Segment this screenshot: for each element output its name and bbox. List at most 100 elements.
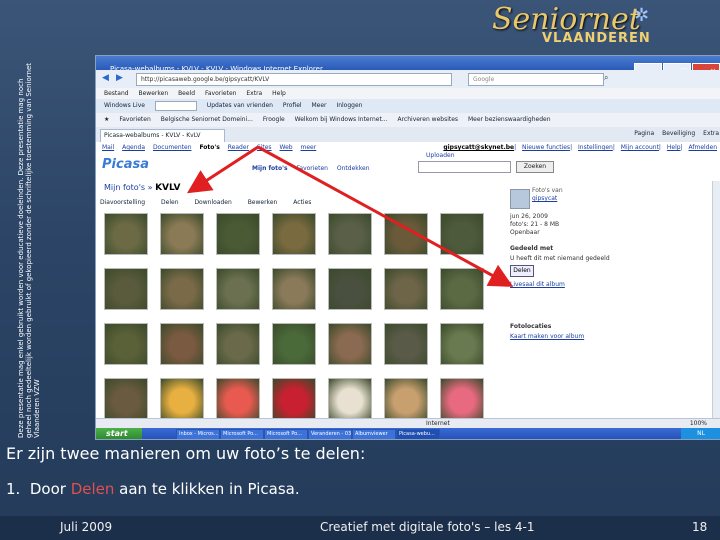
- slideshow-button[interactable]: Diavoorstelling: [100, 199, 145, 206]
- photo-thumbnail[interactable]: [272, 213, 316, 255]
- search-icon[interactable]: ⌕: [604, 73, 608, 83]
- gbar-new[interactable]: Nieuwe functies: [522, 144, 570, 151]
- fav-item-updates[interactable]: Updates van vrienden: [207, 102, 273, 109]
- photo-thumbnail[interactable]: [328, 268, 372, 310]
- photo-thumbnail[interactable]: [328, 323, 372, 365]
- search-input[interactable]: Google: [468, 73, 604, 86]
- menu-bar: Bestand Bewerken Beeld Favorieten Extra …: [96, 88, 720, 99]
- gbar-settings[interactable]: Instellingen: [578, 144, 613, 151]
- photo-thumbnail[interactable]: [384, 378, 428, 420]
- share-button[interactable]: Delen: [161, 199, 178, 206]
- menu-favorieten[interactable]: Favorieten: [205, 90, 236, 97]
- tool-pagina[interactable]: Pagina: [634, 130, 654, 137]
- photo-thumbnail[interactable]: [328, 213, 372, 255]
- link-froogle[interactable]: Froogle: [263, 116, 285, 123]
- photo-thumbnail[interactable]: [440, 213, 484, 255]
- photo-thumbnail[interactable]: [384, 268, 428, 310]
- menu-beeld[interactable]: Beeld: [178, 90, 195, 97]
- picasa-tabs: Mijn foto's Favorieten Ontdekken: [252, 165, 377, 172]
- photo-thumbnail[interactable]: [272, 378, 316, 420]
- location-heading: Fotolocaties: [510, 323, 552, 330]
- address-input[interactable]: http://picasaweb.google.be/gipsycatt/KVL…: [136, 73, 452, 86]
- album-name: KVLV: [155, 183, 181, 193]
- gbar-fotos[interactable]: Foto's: [199, 144, 219, 151]
- task-albumviewer[interactable]: Albumviewer: [352, 429, 396, 439]
- link-welkom[interactable]: Welkom bij Windows Internet...: [295, 116, 388, 123]
- gbar-sites[interactable]: Sites: [257, 144, 272, 151]
- photo-thumbnail[interactable]: [104, 378, 148, 420]
- photo-thumbnail[interactable]: [216, 213, 260, 255]
- menu-bewerken[interactable]: Bewerken: [139, 90, 169, 97]
- photo-thumbnail[interactable]: [384, 323, 428, 365]
- fav-item-meer[interactable]: Meer: [311, 102, 326, 109]
- link-meer[interactable]: Meer bezienswaardigheden: [468, 116, 551, 123]
- tray-clock[interactable]: NL: [681, 428, 720, 439]
- gbar-mail[interactable]: Mail: [102, 144, 114, 151]
- download-button[interactable]: Downloaden: [194, 199, 231, 206]
- back-icon[interactable]: ◀: [102, 73, 109, 83]
- tab-my-photos[interactable]: Mijn foto's: [252, 165, 288, 172]
- link-favorieten[interactable]: Favorieten: [119, 116, 150, 123]
- fav-item-inloggen[interactable]: Inloggen: [336, 102, 362, 109]
- tool-beveiliging[interactable]: Beveiliging: [662, 130, 695, 137]
- gbar-meer[interactable]: meer: [301, 144, 317, 151]
- gbar-logout[interactable]: Afmelden: [688, 144, 717, 151]
- photo-thumbnail[interactable]: [104, 323, 148, 365]
- tool-extra[interactable]: Extra: [703, 130, 719, 137]
- owner-link[interactable]: gipsycat: [532, 195, 557, 202]
- menu-bestand[interactable]: Bestand: [104, 90, 129, 97]
- photo-thumbnail[interactable]: [160, 378, 204, 420]
- edit-button[interactable]: Bewerken: [248, 199, 278, 206]
- picasa-logo[interactable]: Picasa: [102, 157, 149, 172]
- photo-thumbnail[interactable]: [216, 323, 260, 365]
- upload-link[interactable]: Uploaden: [426, 152, 455, 159]
- picasa-search-button[interactable]: Zoeken: [516, 161, 554, 173]
- photo-thumbnail[interactable]: [160, 213, 204, 255]
- fav-item-live[interactable]: Windows Live: [104, 102, 145, 109]
- menu-extra[interactable]: Extra: [246, 90, 262, 97]
- link-seniornet[interactable]: Belgische Seniornet Domeini...: [161, 116, 253, 123]
- tab-favorites[interactable]: Favorieten: [297, 165, 328, 172]
- task-inbox[interactable]: Inbox - Micros...: [176, 429, 220, 439]
- sidebar-share-button[interactable]: Delen: [510, 265, 534, 277]
- menu-help[interactable]: Help: [272, 90, 286, 97]
- gbar-account-link[interactable]: Mijn account: [621, 144, 659, 151]
- photo-thumbnail[interactable]: [440, 323, 484, 365]
- photo-thumbnail[interactable]: [272, 323, 316, 365]
- gbar-reader[interactable]: Reader: [228, 144, 249, 151]
- photo-thumbnail[interactable]: [216, 378, 260, 420]
- rss-link[interactable]: Livesaal dit album: [510, 281, 565, 288]
- gbar-agenda[interactable]: Agenda: [122, 144, 145, 151]
- photo-thumbnail[interactable]: [328, 378, 372, 420]
- link-archiveren[interactable]: Archiveren websites: [397, 116, 458, 123]
- avatar-icon[interactable]: [510, 189, 530, 209]
- photo-thumbnail[interactable]: [384, 213, 428, 255]
- photo-thumbnail[interactable]: [160, 323, 204, 365]
- breadcrumb-my-photos[interactable]: Mijn foto's: [104, 183, 145, 192]
- task-ppt2[interactable]: Microsoft Po...: [264, 429, 308, 439]
- tab-explore[interactable]: Ontdekken: [337, 165, 370, 172]
- forward-icon[interactable]: ▶: [116, 73, 123, 83]
- start-button[interactable]: start: [96, 428, 142, 439]
- fav-item-profiel[interactable]: Profiel: [283, 102, 302, 109]
- live-search-input[interactable]: [154, 100, 197, 111]
- task-veranderen[interactable]: Veranderen - 03...: [308, 429, 352, 439]
- scrollbar[interactable]: [712, 181, 720, 418]
- task-ppt1[interactable]: Microsoft Po...: [220, 429, 264, 439]
- photo-thumbnail[interactable]: [272, 268, 316, 310]
- gbar-documenten[interactable]: Documenten: [153, 144, 192, 151]
- photo-thumbnail[interactable]: [104, 213, 148, 255]
- photo-thumbnail[interactable]: [104, 268, 148, 310]
- gbar-web[interactable]: Web: [279, 144, 292, 151]
- gbar-help[interactable]: Help: [667, 144, 681, 151]
- tab-picasa[interactable]: Picasa-webalbums - KVLV - KvLV: [100, 129, 225, 143]
- photo-thumbnail[interactable]: [160, 268, 204, 310]
- photo-thumbnail[interactable]: [440, 378, 484, 420]
- footer-page-number: 18: [692, 520, 708, 534]
- actions-button[interactable]: Acties: [293, 199, 311, 206]
- task-picasa[interactable]: Picasa-webu...: [396, 429, 440, 439]
- picasa-search-input[interactable]: [418, 161, 511, 173]
- photo-thumbnail[interactable]: [216, 268, 260, 310]
- photo-thumbnail[interactable]: [440, 268, 484, 310]
- map-link[interactable]: Kaart maken voor album: [510, 333, 584, 340]
